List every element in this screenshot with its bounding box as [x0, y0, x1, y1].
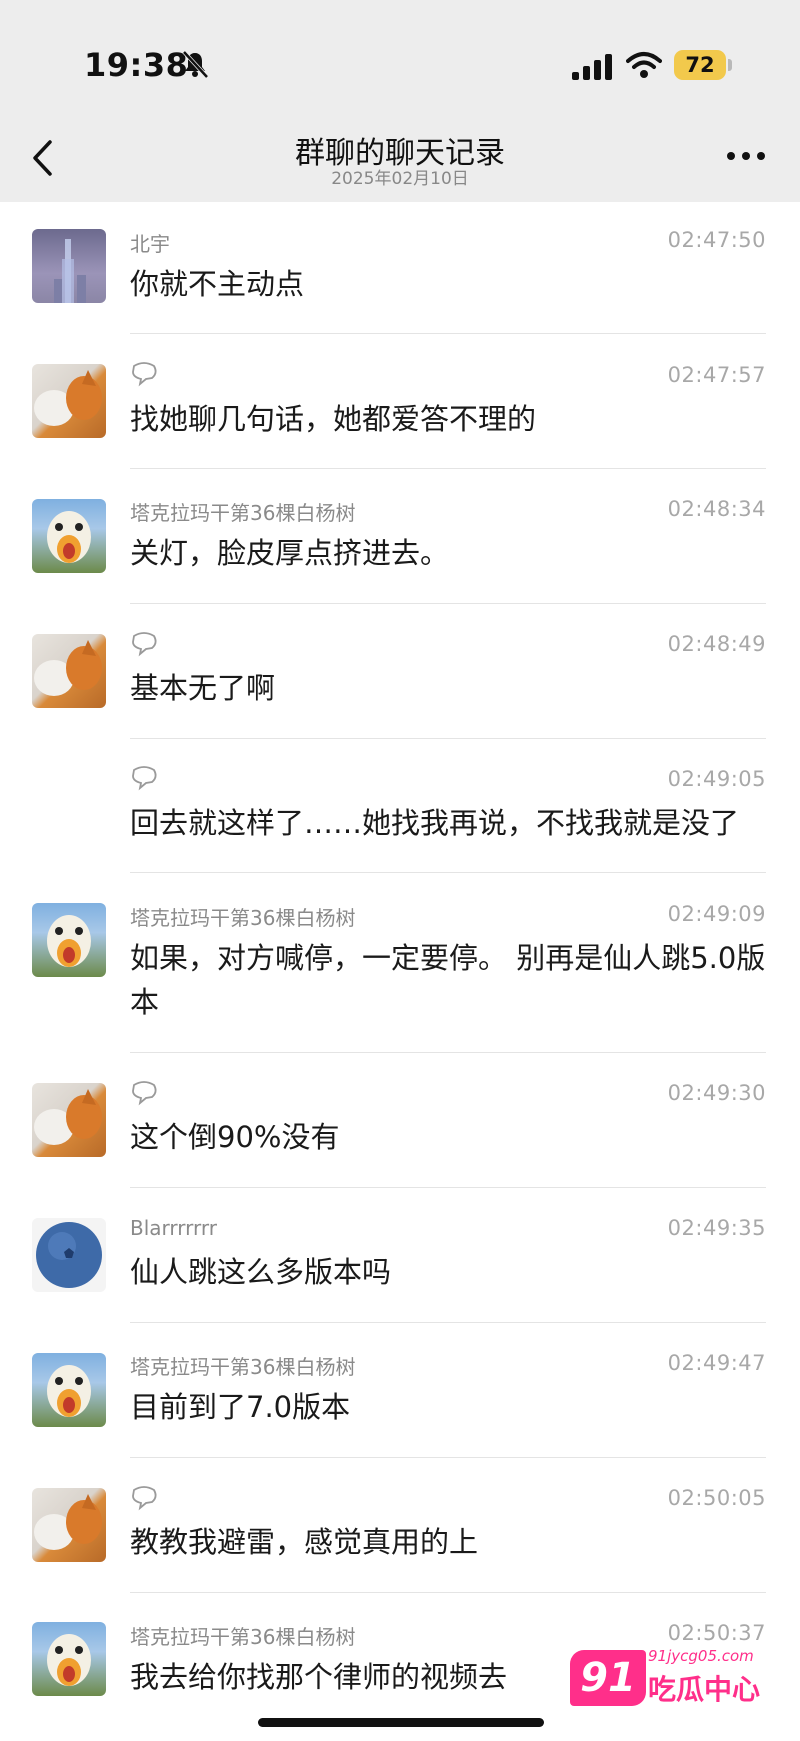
duck-avatar-image [47, 1365, 91, 1417]
duck-avatar-image [47, 511, 91, 563]
divider [130, 1052, 766, 1053]
speech-bubble-icon [132, 361, 157, 386]
message-time: 02:49:05 [667, 767, 766, 791]
avatar[interactable] [32, 1218, 106, 1292]
divider [130, 1187, 766, 1188]
status-time: 19:38 [84, 46, 189, 84]
avatar[interactable] [32, 1488, 106, 1562]
message-text: 这个倒90%没有 [130, 1120, 340, 1154]
dog-cat-avatar-image [34, 370, 102, 426]
sender-name [130, 764, 158, 791]
more-options-icon[interactable] [726, 150, 766, 162]
battery-level: 72 [674, 50, 726, 80]
divider [130, 738, 766, 739]
speech-bubble-icon [132, 1080, 157, 1105]
wifi-icon [626, 52, 662, 78]
city-night-avatar-image [54, 239, 86, 303]
message-time: 02:49:47 [667, 1351, 766, 1375]
divider [130, 1322, 766, 1323]
sender-name: Blarrrrrrr [130, 1216, 217, 1240]
message-text: 找她聊几句话，她都爱答不理的 [130, 402, 537, 436]
divider [130, 468, 766, 469]
message-time: 02:49:09 [667, 902, 766, 926]
divider [130, 1457, 766, 1458]
cellular-signal-icon [572, 54, 612, 80]
watermark-logo-badge: 91 [570, 1650, 646, 1706]
speech-bubble-icon [132, 1485, 157, 1510]
dog-cat-avatar-image [34, 1494, 102, 1550]
watermark-domain: 91jycg05.com [648, 1647, 754, 1665]
message-text: 关灯，脸皮厚点挤进去。 [130, 536, 450, 570]
message-text: 基本无了啊 [130, 671, 276, 705]
sender-name [130, 360, 158, 387]
message-text: 仙人跳这么多版本吗 [130, 1255, 392, 1289]
avatar[interactable] [32, 1353, 106, 1427]
divider [130, 872, 766, 873]
sender-name: 塔克拉玛干第36棵白杨树 [130, 501, 356, 525]
dog-cat-avatar-image [34, 1089, 102, 1145]
speech-bubble-icon [132, 631, 157, 656]
sender-name [130, 1484, 158, 1511]
battery-tip [728, 59, 732, 71]
divider [130, 1592, 766, 1593]
message-time: 02:49:35 [667, 1216, 766, 1240]
message-text: 回去就这样了……她找我再说，不找我就是没了 [130, 806, 740, 840]
avatar[interactable] [32, 364, 106, 438]
divider [130, 333, 766, 334]
watermark-label: 吃瓜中心 [648, 1673, 761, 1706]
avatar[interactable] [32, 1083, 106, 1157]
message-text: 目前到了7.0版本 [130, 1390, 351, 1424]
message-time: 02:48:49 [667, 632, 766, 656]
sender-name: 塔克拉玛干第36棵白杨树 [130, 1625, 356, 1649]
sender-name: 北宇 [130, 232, 170, 256]
home-indicator[interactable] [258, 1718, 544, 1727]
dog-cat-avatar-image [34, 640, 102, 696]
message-time: 02:50:05 [667, 1486, 766, 1510]
message-time: 02:50:37 [667, 1621, 766, 1645]
avatar[interactable] [32, 903, 106, 977]
page-subtitle-date: 2025年02月10日 [331, 169, 469, 189]
sender-name: 塔克拉玛干第36棵白杨树 [130, 1355, 356, 1379]
message-time: 02:48:34 [667, 497, 766, 521]
duck-avatar-image [47, 915, 91, 967]
avatar[interactable] [32, 634, 106, 708]
duck-avatar-image [47, 1634, 91, 1686]
message-time: 02:49:30 [667, 1081, 766, 1105]
message-text: 你就不主动点 [130, 267, 305, 301]
message-text: 如果，对方喊停，一定要停。 别再是仙人跳5.0版本 [130, 941, 766, 1019]
speech-bubble-icon [132, 765, 157, 790]
bell-muted-icon [182, 50, 209, 79]
message-time: 02:47:57 [667, 363, 766, 387]
sender-name: 塔克拉玛干第36棵白杨树 [130, 906, 356, 930]
avatar[interactable] [32, 499, 106, 573]
message-text: 教教我避雷，感觉真用的上 [130, 1525, 479, 1559]
sender-name [130, 630, 158, 657]
divider [130, 603, 766, 604]
sender-name [130, 1079, 158, 1106]
message-time: 02:47:50 [667, 228, 766, 252]
avatar[interactable] [32, 1622, 106, 1696]
avatar[interactable] [32, 229, 106, 303]
blueberry-avatar-image [36, 1222, 102, 1288]
